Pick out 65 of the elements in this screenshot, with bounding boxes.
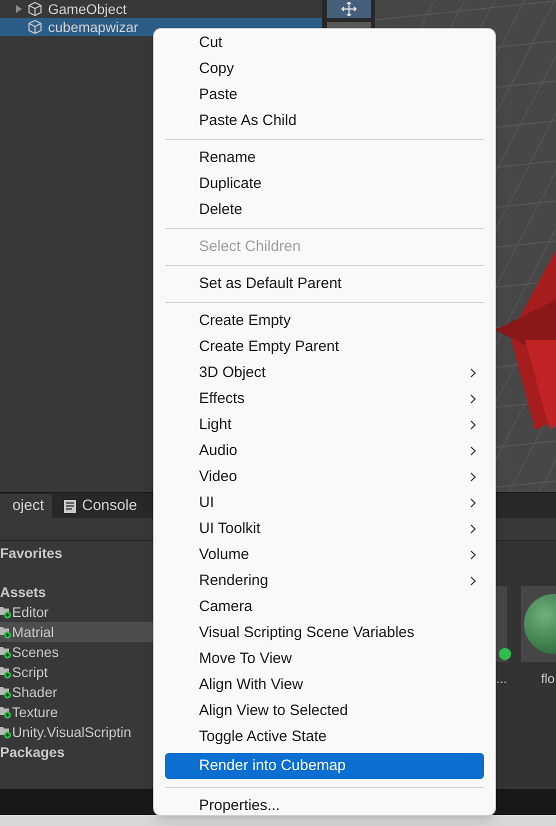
folder-icon bbox=[0, 705, 12, 719]
folder-icon bbox=[0, 645, 12, 659]
menu-item[interactable]: Audio bbox=[165, 438, 484, 464]
folder-icon bbox=[0, 665, 12, 679]
folder-item[interactable]: Unity.VisualScriptin bbox=[0, 722, 155, 742]
folder-icon bbox=[0, 725, 12, 739]
menu-item[interactable]: Render into Cubemap bbox=[165, 753, 484, 779]
submenu-chevron-icon bbox=[470, 368, 476, 378]
menu-item[interactable]: Volume bbox=[165, 542, 484, 568]
submenu-chevron-icon bbox=[470, 446, 476, 456]
folder-item[interactable]: Editor bbox=[0, 602, 155, 622]
menu-item[interactable]: Effects bbox=[165, 386, 484, 412]
submenu-chevron-icon bbox=[470, 576, 476, 586]
submenu-chevron-icon bbox=[470, 524, 476, 534]
panel-tab[interactable]: oject bbox=[0, 494, 52, 518]
hierarchy-row[interactable]: GameObject bbox=[0, 0, 322, 18]
menu-item[interactable]: Copy bbox=[165, 56, 484, 82]
menu-item[interactable]: Duplicate bbox=[165, 171, 484, 197]
folder-item[interactable]: Matrial bbox=[0, 622, 155, 642]
menu-item[interactable]: Create Empty bbox=[165, 308, 484, 334]
expand-arrow-icon[interactable] bbox=[14, 4, 24, 14]
menu-item[interactable]: Toggle Active State bbox=[165, 724, 484, 750]
folder-item[interactable]: Script bbox=[0, 662, 155, 682]
menu-item[interactable]: Align View to Selected bbox=[165, 698, 484, 724]
move-tool-button[interactable] bbox=[326, 0, 370, 18]
cube-icon bbox=[27, 19, 43, 35]
submenu-chevron-icon bbox=[470, 550, 476, 560]
menu-item[interactable]: Paste As Child bbox=[165, 108, 484, 134]
folder-icon bbox=[0, 685, 12, 699]
menu-item[interactable]: Rendering bbox=[165, 568, 484, 594]
console-icon bbox=[64, 500, 76, 512]
menu-item[interactable]: Move To View bbox=[165, 646, 484, 672]
submenu-chevron-icon bbox=[470, 498, 476, 508]
menu-item[interactable]: UI bbox=[165, 490, 484, 516]
prefab-badge-icon bbox=[499, 648, 511, 660]
menu-item[interactable]: Visual Scripting Scene Variables bbox=[165, 620, 484, 646]
panel-tab[interactable]: Console bbox=[52, 494, 148, 518]
tree-section-header[interactable]: Favorites bbox=[0, 543, 155, 563]
menu-item[interactable]: Paste bbox=[165, 82, 484, 108]
object-name: cubemapwizar bbox=[48, 18, 138, 37]
menu-item[interactable]: Create Empty Parent bbox=[165, 334, 484, 360]
folder-item[interactable]: Texture bbox=[0, 702, 155, 722]
menu-item[interactable]: Delete bbox=[165, 197, 484, 223]
menu-item[interactable]: Properties... bbox=[165, 793, 484, 819]
asset-label: flo bbox=[540, 670, 556, 688]
move-icon bbox=[340, 2, 356, 16]
tree-section-header[interactable]: Packages bbox=[0, 742, 155, 762]
folder-icon bbox=[0, 625, 12, 639]
submenu-chevron-icon bbox=[470, 394, 476, 404]
menu-item[interactable]: Set as Default Parent bbox=[165, 271, 484, 297]
tree-section-header[interactable]: Assets bbox=[0, 582, 155, 602]
menu-item[interactable]: Camera bbox=[165, 594, 484, 620]
menu-item[interactable]: Rename bbox=[165, 145, 484, 171]
submenu-chevron-icon bbox=[470, 420, 476, 430]
submenu-chevron-icon bbox=[470, 472, 476, 482]
menu-item[interactable]: Light bbox=[165, 412, 484, 438]
menu-item[interactable]: 3D Object bbox=[165, 360, 484, 386]
folder-item[interactable]: Shader bbox=[0, 682, 155, 702]
folder-icon bbox=[0, 605, 12, 619]
object-name: GameObject bbox=[48, 0, 127, 19]
menu-item[interactable]: Video bbox=[165, 464, 484, 490]
menu-item[interactable]: Align With View bbox=[165, 672, 484, 698]
cube-icon bbox=[27, 1, 43, 17]
asset-label: ... bbox=[495, 670, 507, 688]
folder-item[interactable]: Scenes bbox=[0, 642, 155, 662]
